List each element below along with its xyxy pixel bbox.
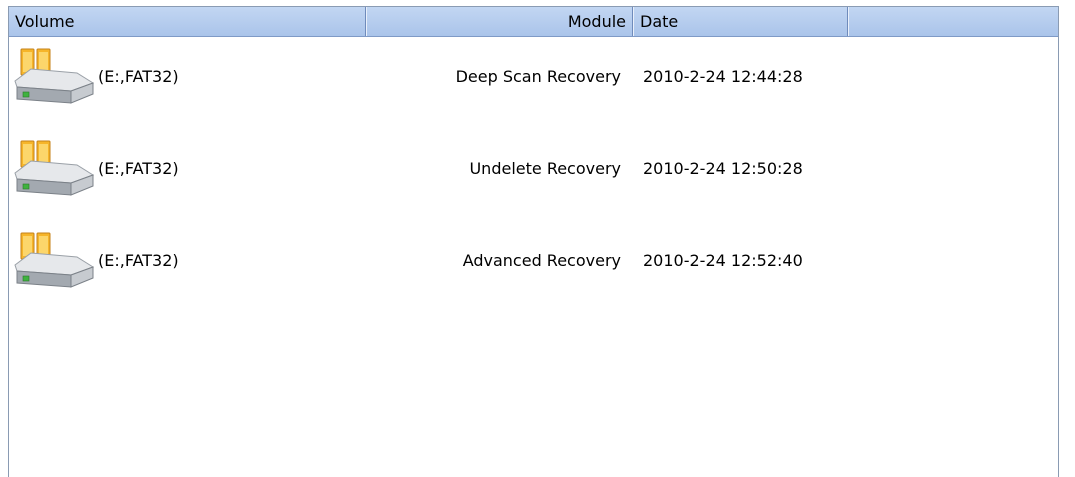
cell-volume: (E:,FAT32) bbox=[98, 159, 179, 178]
table-row[interactable]: (E:,FAT32) Advanced Recovery 2010-2-24 12:… bbox=[9, 223, 1058, 301]
hard-drive-folder-icon bbox=[11, 139, 97, 199]
list-header: Volume Module Date bbox=[9, 7, 1058, 37]
cell-module: Undelete Recovery bbox=[469, 159, 621, 178]
table-row[interactable]: (E:,FAT32) Deep Scan Recovery 2010-2-24 12… bbox=[9, 39, 1058, 117]
hard-drive-folder-icon bbox=[11, 231, 97, 291]
recovery-list-view[interactable]: Volume Module Date (E:,FAT32) Deep Scan R… bbox=[8, 6, 1059, 477]
cell-volume: (E:,FAT32) bbox=[98, 67, 179, 86]
column-header-date[interactable]: Date bbox=[633, 7, 848, 36]
cell-volume: (E:,FAT32) bbox=[98, 251, 179, 270]
cell-date: 2010-2-24 12:44:28 bbox=[643, 67, 803, 86]
column-header-module[interactable]: Module bbox=[366, 7, 633, 36]
cell-date: 2010-2-24 12:50:28 bbox=[643, 159, 803, 178]
cell-date: 2010-2-24 12:52:40 bbox=[643, 251, 803, 270]
cell-module: Advanced Recovery bbox=[462, 251, 621, 270]
hard-drive-folder-icon bbox=[11, 47, 97, 107]
cell-module: Deep Scan Recovery bbox=[455, 67, 621, 86]
table-row[interactable]: (E:,FAT32) Undelete Recovery 2010-2-24 12:… bbox=[9, 131, 1058, 209]
column-header-volume[interactable]: Volume bbox=[9, 7, 366, 36]
column-header-empty[interactable] bbox=[848, 7, 1059, 36]
